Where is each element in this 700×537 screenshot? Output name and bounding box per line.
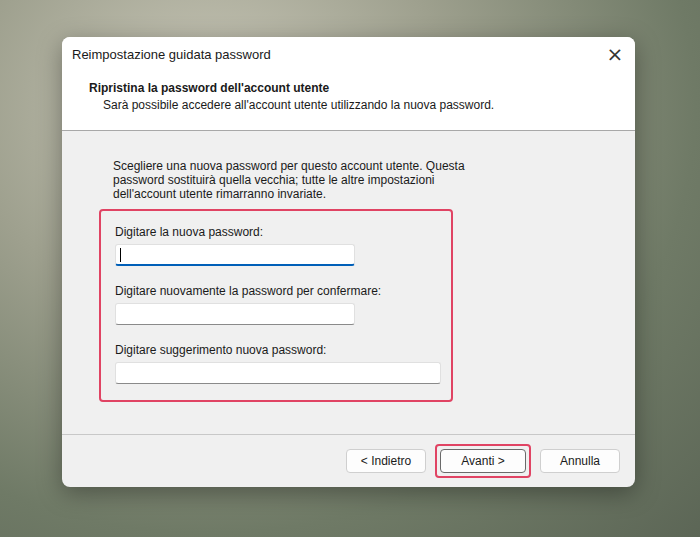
button-frame: < Indietro <box>341 444 431 478</box>
password-input[interactable] <box>115 244 355 266</box>
field-label: Digitare nuovamente la password per conf… <box>115 284 439 298</box>
text-caret <box>120 248 121 262</box>
password-fields: Digitare la nuova password: Digitare nuov… <box>99 209 453 402</box>
field-label: Digitare suggerimento nuova password: <box>115 343 439 357</box>
wizard-button[interactable]: < Indietro <box>346 449 426 473</box>
close-button[interactable]: × <box>595 37 635 71</box>
password-input[interactable] <box>115 362 441 384</box>
button-bar: < Indietro Avanti > Annulla <box>62 434 635 487</box>
password-input[interactable] <box>115 303 355 325</box>
field-label: Digitare la nuova password: <box>115 225 439 239</box>
wizard-button[interactable]: Annulla <box>540 449 620 473</box>
desktop-background: Reimpostazione guidata password × Ripristi… <box>0 0 700 537</box>
button-frame: Annulla <box>535 444 625 478</box>
wizard-body: Scegliere una nuova password per questo … <box>62 131 635 434</box>
window-title: Reimpostazione guidata password <box>72 47 271 62</box>
header-title: Ripristina la password dell'account uten… <box>89 81 615 95</box>
title-bar: Reimpostazione guidata password × <box>62 37 635 71</box>
instructions-text: Scegliere una nuova password per questo … <box>113 159 498 201</box>
wizard-header: Ripristina la password dell'account uten… <box>62 71 635 131</box>
field-group: Digitare suggerimento nuova password: <box>115 343 439 384</box>
field-group: Digitare la nuova password: <box>115 225 439 266</box>
button-frame: Avanti > <box>435 444 531 478</box>
wizard-button[interactable]: Avanti > <box>440 449 526 473</box>
password-reset-dialog: Reimpostazione guidata password × Ripristi… <box>62 37 635 487</box>
header-subtitle: Sarà possibile accedere all'account uten… <box>89 98 615 112</box>
field-group: Digitare nuovamente la password per conf… <box>115 284 439 325</box>
